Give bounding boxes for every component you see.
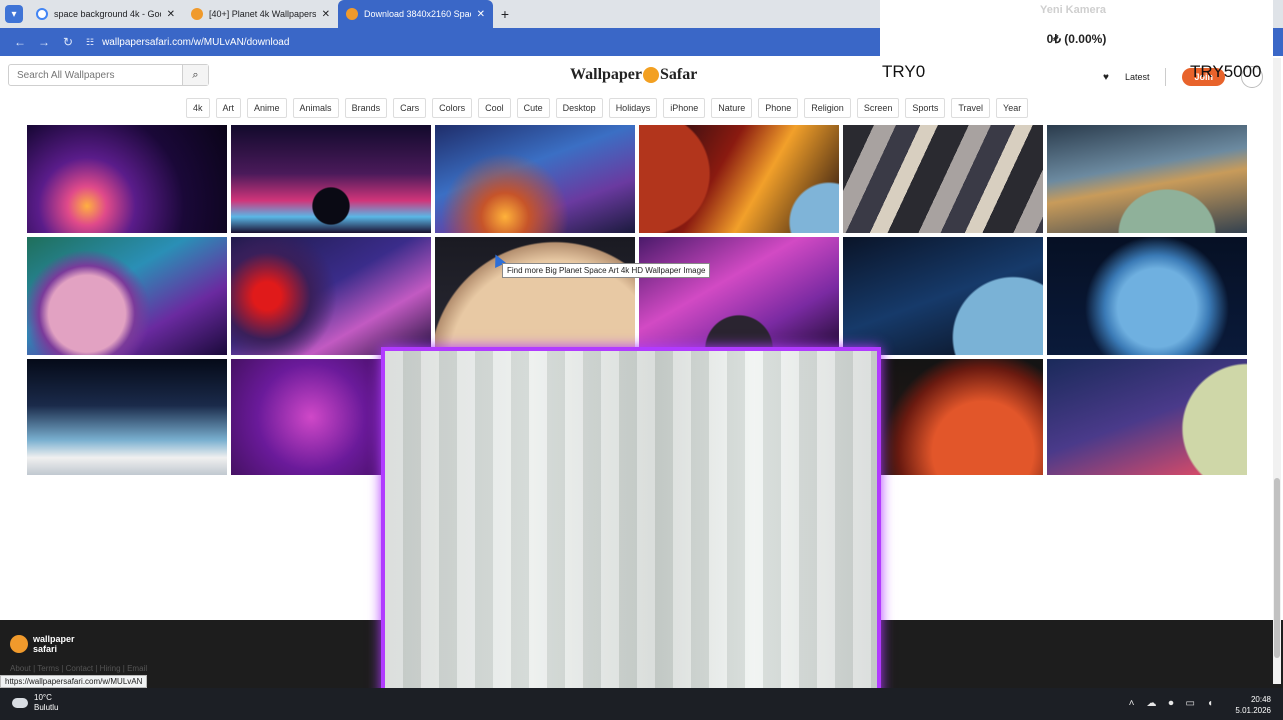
google-icon <box>36 8 48 20</box>
wallpaper-thumb[interactable] <box>1047 359 1247 475</box>
category-sports[interactable]: Sports <box>905 98 946 118</box>
wallpaper-thumb[interactable] <box>843 237 1043 355</box>
category-anime[interactable]: Anime <box>247 98 287 118</box>
weather-desc: Bulutlu <box>34 703 59 712</box>
clock[interactable]: 20:48 5.01.2026 <box>1235 694 1271 716</box>
site-info-icon[interactable]: ☷ <box>86 37 94 48</box>
wallpaper-thumb[interactable] <box>231 237 431 355</box>
tab-download-space[interactable]: Download 3840x2160 Space ✕ <box>338 0 493 28</box>
wallpaper-thumb[interactable] <box>1047 125 1247 233</box>
microphone-icon[interactable]: ⏺ <box>1169 698 1174 709</box>
close-icon[interactable]: ✕ <box>167 9 175 20</box>
cloud-sync-icon[interactable]: ☁ <box>1147 698 1157 709</box>
tooltip: Find more Big Planet Space Art 4k HD Wal… <box>502 263 711 278</box>
tab-search-button[interactable]: ▾ <box>0 0 28 28</box>
tab-planet-wallpapers[interactable]: [40+] Planet 4k Wallpapers ✕ <box>183 0 338 28</box>
webcam-overlay <box>381 347 881 720</box>
wallpaper-thumb[interactable] <box>27 237 227 355</box>
volume-icon[interactable]: ◖ <box>1207 698 1213 709</box>
clock-date: 5.01.2026 <box>1235 706 1271 715</box>
site-logo[interactable]: Wallpaper Safar <box>570 66 697 84</box>
chevron-up-icon[interactable]: ˄ <box>1129 698 1135 709</box>
wallpaper-thumb[interactable] <box>435 237 635 355</box>
cloud-icon <box>12 698 28 708</box>
network-icon[interactable]: ▭ <box>1186 698 1195 709</box>
close-icon[interactable]: ✕ <box>322 9 330 20</box>
new-tab-button[interactable]: + <box>493 6 517 22</box>
category-travel[interactable]: Travel <box>951 98 991 118</box>
close-icon[interactable]: ✕ <box>477 9 485 20</box>
category-brands[interactable]: Brands <box>344 98 388 118</box>
footer-links[interactable]: About | Terms | Contact | Hiring | Email <box>10 664 147 673</box>
footer-logo-text: wallpaper safari <box>33 634 75 654</box>
weather-temp: 10°C <box>34 693 52 702</box>
category-cute[interactable]: Cute <box>516 98 550 118</box>
wallpaper-thumb[interactable] <box>639 237 839 355</box>
search-icon: ⌕ <box>192 68 199 81</box>
url-field[interactable]: ☷ wallpapersafari.com/w/MULvAN/download <box>86 31 906 53</box>
category-colors[interactable]: Colors <box>432 98 473 118</box>
chevron-down-icon: ▾ <box>5 5 23 23</box>
system-tray: ˄ ☁ ⏺ ▭ ◖ <box>1129 698 1213 709</box>
wallpaper-thumb[interactable] <box>435 125 635 233</box>
logo-text-left: Wallpaper <box>570 66 643 83</box>
category-phone[interactable]: Phone <box>758 98 799 118</box>
wallpaper-thumb[interactable] <box>27 359 227 475</box>
donation-widget: Yeni Kamera 0₺ (0.00%) <box>880 0 1273 58</box>
category-art[interactable]: Art <box>215 98 242 118</box>
category-cars[interactable]: Cars <box>393 98 427 118</box>
category-desktop[interactable]: Desktop <box>555 98 603 118</box>
tab-title: Download 3840x2160 Space <box>364 9 471 19</box>
wallpaper-thumb[interactable] <box>843 125 1043 233</box>
wallpaper-thumb[interactable] <box>231 125 431 233</box>
footer-logo-line1: wallpaper <box>33 634 75 644</box>
divider <box>1165 68 1167 86</box>
wallpaper-thumb[interactable] <box>639 125 839 233</box>
tab-google[interactable]: space background 4k - Google ✕ <box>28 0 183 28</box>
wallpapersafari-icon <box>346 8 358 20</box>
category-iphone[interactable]: iPhone <box>663 98 706 118</box>
site-header: ⌕ Wallpaper Safar ♥ Latest Join <box>0 56 1283 94</box>
wallpaper-thumb[interactable] <box>27 125 227 233</box>
search-input[interactable] <box>9 65 182 85</box>
tab-title: space background 4k - Google <box>54 9 161 19</box>
category-religion[interactable]: Religion <box>804 98 851 118</box>
url-text: wallpapersafari.com/w/MULvAN/download <box>102 36 290 48</box>
donation-percent: 0₺ (0.00%) <box>1046 32 1107 46</box>
category-4k[interactable]: 4k <box>186 98 210 118</box>
forward-icon[interactable]: → <box>32 35 56 49</box>
back-icon[interactable]: ← <box>8 35 32 49</box>
clock-time: 20:48 <box>1250 695 1271 704</box>
lion-icon <box>643 67 660 83</box>
weather-text: 10°C Bulutlu <box>34 693 58 713</box>
lion-icon <box>10 635 28 653</box>
category-year[interactable]: Year <box>996 98 1029 118</box>
footer-logo[interactable]: wallpaper safari <box>10 634 75 654</box>
category-animals[interactable]: Animals <box>292 98 339 118</box>
webcam-background <box>385 351 877 716</box>
wallpaper-thumb[interactable] <box>1047 237 1247 355</box>
logo-text-right: Safar <box>660 66 698 83</box>
category-holidays[interactable]: Holidays <box>608 98 658 118</box>
footer-logo-line2: safari <box>33 644 58 654</box>
taskbar: 10°C Bulutlu ˄ ☁ ⏺ ▭ ◖ 20:48 5.01.2026 <box>0 688 1283 720</box>
status-url: https://wallpapersafari.com/w/MULvAN <box>0 675 148 688</box>
search-box: ⌕ <box>8 64 209 86</box>
scrollbar-thumb[interactable] <box>1274 478 1280 658</box>
tab-title: [40+] Planet 4k Wallpapers <box>209 9 316 19</box>
wallpapersafari-icon <box>191 8 203 20</box>
latest-link[interactable]: Latest <box>1125 72 1150 82</box>
category-nav: 4k Art Anime Animals Brands Cars Colors … <box>186 98 1029 118</box>
heart-icon[interactable]: ♥ <box>1103 72 1109 83</box>
goal-end: TRY5000 <box>1190 62 1262 81</box>
goal-start: TRY0 <box>882 62 926 81</box>
category-cool[interactable]: Cool <box>478 98 511 118</box>
camera-label: Yeni Kamera <box>1040 4 1107 16</box>
scrollbar[interactable] <box>1273 58 1281 684</box>
category-screen[interactable]: Screen <box>856 98 900 118</box>
weather-widget[interactable]: 10°C Bulutlu <box>12 693 58 713</box>
category-nature[interactable]: Nature <box>711 98 753 118</box>
search-button[interactable]: ⌕ <box>182 65 208 85</box>
reload-icon[interactable]: ↻ <box>56 35 80 49</box>
